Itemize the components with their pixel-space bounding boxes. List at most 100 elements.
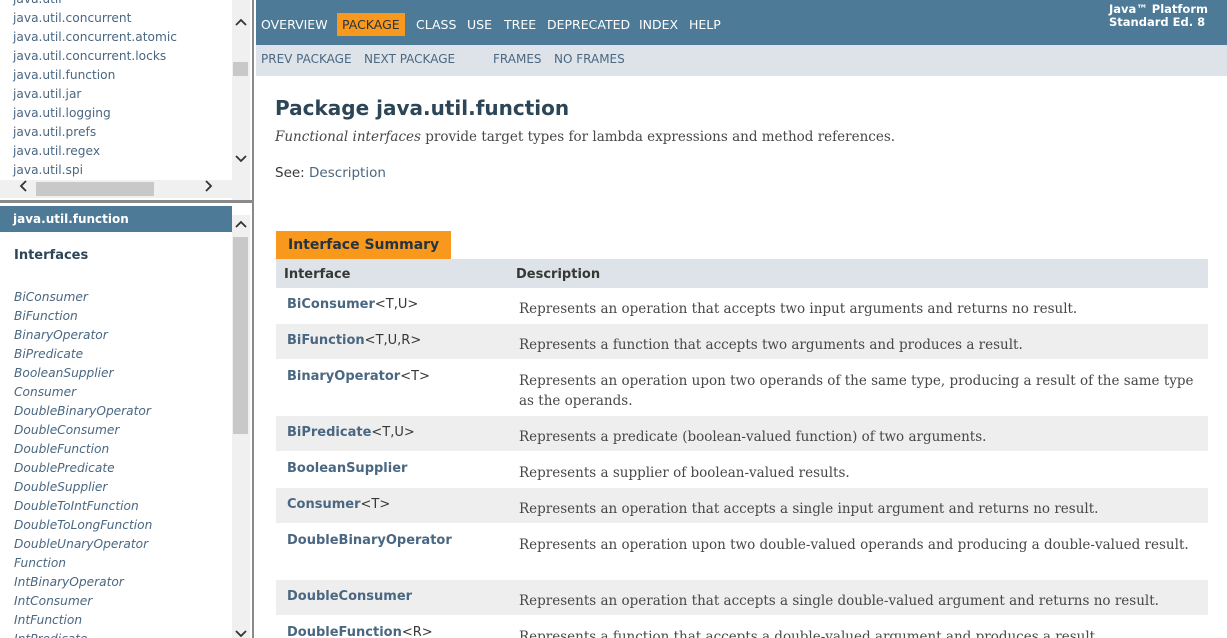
- scroll-left-icon[interactable]: [14, 180, 32, 198]
- type-params: <T>: [400, 369, 430, 384]
- interface-link[interactable]: IntBinaryOperator: [14, 573, 152, 592]
- table-row: DoubleBinaryOperator Represents an opera…: [276, 524, 1208, 580]
- see-line: See: Description: [275, 165, 386, 181]
- package-description: Functional interfaces provide target typ…: [275, 129, 895, 145]
- prev-package-link[interactable]: PREV PACKAGE: [261, 52, 352, 66]
- packages-horizontal-scrollbar[interactable]: [0, 180, 232, 198]
- interface-description: Represents a function that accepts two a…: [519, 337, 1023, 353]
- interface-link[interactable]: BiFunction: [287, 333, 365, 348]
- package-link[interactable]: java.util: [13, 0, 177, 9]
- column-header-description: Description: [516, 267, 601, 282]
- platform-line-2: Standard Ed. 8: [1109, 15, 1206, 29]
- nav-use[interactable]: USE: [467, 13, 492, 36]
- nav-help[interactable]: HELP: [689, 13, 721, 36]
- interface-link[interactable]: DoubleConsumer: [14, 421, 152, 440]
- description-link[interactable]: Description: [309, 165, 386, 181]
- package-link[interactable]: java.util.jar: [13, 85, 177, 104]
- description-emphasis: Functional interfaces: [275, 129, 421, 145]
- package-list: java.util java.util.concurrent java.util…: [13, 0, 177, 190]
- interface-link[interactable]: IntFunction: [14, 611, 152, 630]
- interface-link[interactable]: BinaryOperator: [14, 326, 152, 345]
- table-row: BinaryOperator<T> Represents an operatio…: [276, 360, 1208, 416]
- package-link[interactable]: java.util.concurrent.atomic: [13, 28, 177, 47]
- nav-overview[interactable]: OVERVIEW: [261, 13, 328, 36]
- interface-link[interactable]: BooleanSupplier: [287, 461, 407, 476]
- scrollbar-thumb[interactable]: [233, 237, 248, 434]
- interface-link[interactable]: DoubleToIntFunction: [14, 497, 152, 516]
- package-link[interactable]: java.util.concurrent: [13, 9, 177, 28]
- interface-link[interactable]: DoublePredicate: [14, 459, 152, 478]
- scrollbar-thumb[interactable]: [233, 62, 248, 76]
- frames-link[interactable]: FRAMES: [493, 52, 542, 66]
- scroll-right-icon[interactable]: [200, 180, 218, 198]
- interface-link[interactable]: Consumer: [14, 383, 152, 402]
- classes-frame: java.util.function Interfaces BiConsumer…: [0, 203, 252, 638]
- interface-link[interactable]: DoubleFunction: [14, 440, 152, 459]
- table-header: Interface Description: [276, 259, 1208, 288]
- content-frame: OVERVIEW PACKAGE CLASS USE TREE DEPRECAT…: [256, 0, 1227, 638]
- interface-link[interactable]: BiConsumer: [14, 288, 152, 307]
- left-frames: java.util java.util.concurrent java.util…: [0, 0, 254, 638]
- interface-link[interactable]: BiPredicate: [14, 345, 152, 364]
- scroll-up-icon[interactable]: [232, 215, 250, 235]
- nav-class: CLASS: [416, 17, 457, 32]
- sub-navbar: PREV PACKAGE NEXT PACKAGE FRAMES NO FRAM…: [256, 45, 1227, 76]
- next-package-link[interactable]: NEXT PACKAGE: [364, 52, 455, 66]
- classes-vertical-scrollbar[interactable]: [232, 215, 250, 638]
- interface-link[interactable]: Consumer: [287, 497, 361, 512]
- scroll-down-icon[interactable]: [232, 625, 250, 638]
- interface-description: Represents a predicate (boolean-valued f…: [519, 429, 987, 445]
- type-params: <T>: [360, 497, 391, 512]
- platform-label: Java™ Platform Standard Ed. 8: [1109, 3, 1208, 29]
- packages-frame: java.util java.util.concurrent java.util…: [0, 0, 252, 200]
- interface-name: BooleanSupplier: [287, 461, 407, 476]
- interface-link[interactable]: DoubleBinaryOperator: [287, 533, 452, 548]
- nav-tree[interactable]: TREE: [504, 13, 536, 36]
- description-text: provide target types for lambda expressi…: [420, 129, 896, 145]
- interface-name: BiConsumer<T,U>: [287, 297, 418, 312]
- nav-deprecated[interactable]: DEPRECATED: [547, 13, 630, 36]
- interface-link[interactable]: BooleanSupplier: [14, 364, 152, 383]
- scrollbar-thumb[interactable]: [36, 182, 154, 196]
- interfaces-heading: Interfaces: [14, 248, 89, 263]
- interface-link[interactable]: BiPredicate: [287, 425, 371, 440]
- interface-link[interactable]: DoubleBinaryOperator: [14, 402, 152, 421]
- see-label: See:: [275, 165, 310, 181]
- interface-link[interactable]: DoubleSupplier: [14, 478, 152, 497]
- top-navbar: OVERVIEW PACKAGE CLASS USE TREE DEPRECAT…: [256, 0, 1227, 45]
- interface-link[interactable]: IntConsumer: [14, 592, 152, 611]
- interface-link[interactable]: DoubleToLongFunction: [14, 516, 152, 535]
- table-row: DoubleFunction<R> Represents a function …: [276, 616, 1208, 638]
- scroll-down-icon[interactable]: [232, 150, 250, 170]
- interface-link[interactable]: DoubleFunction: [287, 625, 402, 638]
- package-link[interactable]: java.util.prefs: [13, 123, 177, 142]
- package-link[interactable]: java.util.spi: [13, 161, 177, 180]
- interface-link[interactable]: Function: [14, 554, 152, 573]
- interface-description: Represents an operation upon two double-…: [519, 537, 1189, 553]
- interface-name: DoubleConsumer: [287, 589, 412, 604]
- interface-name: Consumer<T>: [287, 497, 390, 512]
- no-frames-link[interactable]: NO FRAMES: [554, 52, 625, 66]
- interface-link[interactable]: IntPredicate: [14, 630, 152, 638]
- interface-description: Represents an operation that accepts a s…: [519, 593, 1159, 609]
- interface-name: BinaryOperator<T>: [287, 369, 430, 384]
- interface-link[interactable]: DoubleConsumer: [287, 589, 412, 604]
- type-params: <R>: [401, 625, 433, 638]
- interface-name: DoubleBinaryOperator: [287, 533, 452, 548]
- package-link[interactable]: java.util.function: [13, 66, 177, 85]
- interface-link[interactable]: BinaryOperator: [287, 369, 400, 384]
- interface-name: BiPredicate<T,U>: [287, 425, 415, 440]
- packages-vertical-scrollbar[interactable]: [232, 0, 250, 200]
- scroll-up-icon[interactable]: [232, 13, 250, 33]
- interface-link[interactable]: DoubleUnaryOperator: [14, 535, 152, 554]
- package-link[interactable]: java.util.regex: [13, 142, 177, 161]
- package-link[interactable]: java.util.concurrent.locks: [13, 47, 177, 66]
- nav-index[interactable]: INDEX: [639, 13, 678, 36]
- interface-link[interactable]: BiConsumer: [287, 297, 375, 312]
- interface-link[interactable]: BiFunction: [14, 307, 152, 326]
- table-row: BiPredicate<T,U> Represents a predicate …: [276, 416, 1208, 452]
- package-frame-title[interactable]: java.util.function: [0, 206, 232, 232]
- package-link[interactable]: java.util.logging: [13, 104, 177, 123]
- nav-package: PACKAGE: [337, 13, 405, 36]
- column-header-interface: Interface: [284, 267, 351, 282]
